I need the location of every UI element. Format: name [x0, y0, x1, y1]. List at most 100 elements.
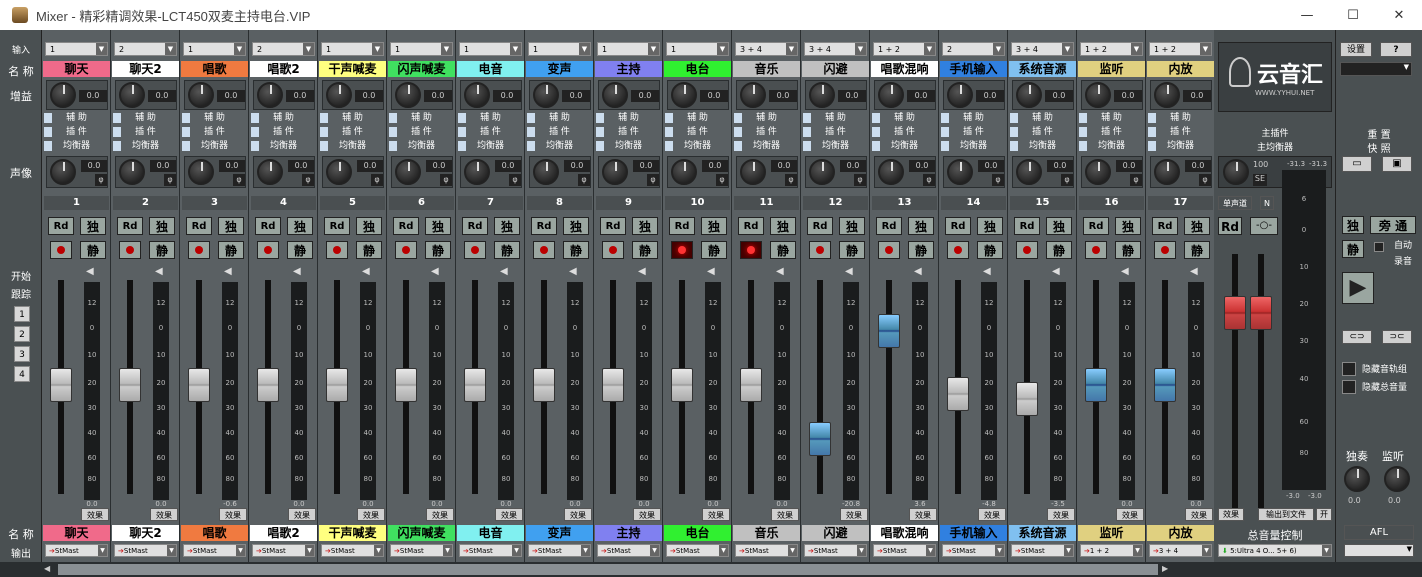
bypass-button[interactable]: 旁 通 — [1370, 216, 1416, 234]
gain-knob[interactable] — [50, 82, 76, 108]
plugin-row[interactable]: 插 件 — [1008, 126, 1077, 139]
volume-fader[interactable] — [395, 278, 417, 498]
output-select[interactable]: ➔StMast ▼ — [252, 544, 315, 557]
plugin-toggle[interactable] — [1079, 127, 1087, 137]
preset-select[interactable]: ▼ — [1340, 62, 1412, 76]
eq-toggle[interactable] — [458, 141, 466, 151]
volume-fader[interactable] — [947, 278, 969, 498]
gain-knob[interactable] — [809, 82, 835, 108]
plugin-row[interactable]: 插 件 — [1077, 126, 1146, 139]
input-select[interactable]: 3 + 4 ▼ — [1011, 42, 1074, 56]
eq-toggle[interactable] — [872, 141, 880, 151]
aux-toggle[interactable] — [596, 113, 604, 123]
mute-button[interactable]: 静 — [1046, 241, 1072, 259]
eq-row[interactable]: 均衡器 — [663, 140, 732, 153]
pan-knob[interactable] — [1085, 159, 1111, 185]
save-icon[interactable]: ▣ — [1382, 156, 1412, 172]
plugin-row[interactable]: 插 件 — [732, 126, 801, 139]
mute-button[interactable]: 静 — [356, 241, 382, 259]
aux-toggle[interactable] — [872, 113, 880, 123]
mute-button[interactable]: 静 — [1184, 241, 1210, 259]
mute-button[interactable]: 静 — [425, 241, 451, 259]
afl-output-select[interactable]: ▼ — [1344, 544, 1414, 557]
aux-row[interactable]: 辅 助 — [387, 112, 456, 125]
output-select[interactable]: ➔StMast ▼ — [1011, 544, 1074, 557]
plugin-toggle[interactable] — [389, 127, 397, 137]
record-arm-button[interactable] — [602, 241, 624, 259]
phase-button[interactable]: φ — [785, 174, 797, 186]
master-rd-button[interactable]: Rd — [1218, 217, 1242, 235]
master-fader-r[interactable] — [1250, 252, 1272, 512]
gain-knob[interactable] — [464, 82, 490, 108]
gain-knob[interactable] — [1085, 82, 1111, 108]
plugin-toggle[interactable] — [527, 127, 535, 137]
plugin-toggle[interactable] — [872, 127, 880, 137]
channel-name[interactable]: 唱歌 — [181, 61, 248, 77]
solo-button[interactable]: 独 — [494, 217, 520, 235]
aux-row[interactable]: 辅 助 — [456, 112, 525, 125]
plugin-toggle[interactable] — [320, 127, 328, 137]
gain-knob[interactable] — [533, 82, 559, 108]
eq-toggle[interactable] — [182, 141, 190, 151]
channel-name[interactable]: 音乐 — [733, 61, 800, 77]
afl-button[interactable]: AFL — [1344, 525, 1414, 540]
channel-name[interactable]: 手机输入 — [940, 61, 1007, 77]
plugin-row[interactable]: 插 件 — [180, 126, 249, 139]
output-select[interactable]: ➔3 + 4 ▼ — [1149, 544, 1212, 557]
eq-row[interactable]: 均衡器 — [387, 140, 456, 153]
aux-toggle[interactable] — [803, 113, 811, 123]
aux-row[interactable]: 辅 助 — [525, 112, 594, 125]
plugin-row[interactable]: 插 件 — [801, 126, 870, 139]
volume-fader[interactable] — [878, 278, 900, 498]
group-3-button[interactable]: 3 — [14, 346, 30, 362]
volume-fader[interactable] — [119, 278, 141, 498]
pan-knob[interactable] — [1016, 159, 1042, 185]
eq-toggle[interactable] — [251, 141, 259, 151]
phase-button[interactable]: φ — [647, 174, 659, 186]
phase-button[interactable]: φ — [1061, 174, 1073, 186]
record-arm-button[interactable] — [257, 241, 279, 259]
solo-button[interactable]: 独 — [1115, 217, 1141, 235]
input-select[interactable]: 1 ▼ — [666, 42, 729, 56]
speaker-icon[interactable]: ◀ — [1052, 266, 1064, 278]
record-arm-button[interactable] — [740, 241, 762, 259]
plugin-toggle[interactable] — [113, 127, 121, 137]
n-button[interactable]: N — [1260, 196, 1274, 210]
gain-knob[interactable] — [395, 82, 421, 108]
output-select[interactable]: ➔StMast ▼ — [597, 544, 660, 557]
eq-row[interactable]: 均衡器 — [42, 140, 111, 153]
plugin-row[interactable]: 插 件 — [1146, 126, 1215, 139]
fx-button[interactable]: 效果 — [426, 508, 454, 521]
aux-row[interactable]: 辅 助 — [42, 112, 111, 125]
aux-toggle[interactable] — [941, 113, 949, 123]
speaker-icon[interactable]: ◀ — [845, 266, 857, 278]
speaker-icon[interactable]: ◀ — [293, 266, 305, 278]
solo-button[interactable]: 独 — [977, 217, 1003, 235]
gain-knob[interactable] — [671, 82, 697, 108]
fader-cap[interactable] — [326, 368, 348, 402]
fx-button[interactable]: 效果 — [1185, 508, 1213, 521]
pan-knob[interactable] — [533, 159, 559, 185]
eq-row[interactable]: 均衡器 — [180, 140, 249, 153]
plugin-row[interactable]: 插 件 — [111, 126, 180, 139]
phase-button[interactable]: φ — [371, 174, 383, 186]
eq-row[interactable]: 均衡器 — [1077, 140, 1146, 153]
settings-button[interactable]: 设置 — [1340, 42, 1372, 57]
fx-button[interactable]: 效果 — [633, 508, 661, 521]
speaker-icon[interactable]: ◀ — [86, 266, 98, 278]
aux-toggle[interactable] — [665, 113, 673, 123]
plugin-row[interactable]: 插 件 — [249, 126, 318, 139]
record-arm-button[interactable] — [1154, 241, 1176, 259]
solo-button[interactable]: 独 — [1184, 217, 1210, 235]
record-arm-button[interactable] — [809, 241, 831, 259]
rd-button[interactable]: Rd — [393, 217, 419, 235]
aux-toggle[interactable] — [251, 113, 259, 123]
output-select[interactable]: ➔StMast ▼ — [528, 544, 591, 557]
input-select[interactable]: 1 ▼ — [459, 42, 522, 56]
minimize-button[interactable]: — — [1284, 0, 1330, 30]
input-select[interactable]: 1 ▼ — [183, 42, 246, 56]
mute-button[interactable]: 静 — [908, 241, 934, 259]
input-select[interactable]: 2 ▼ — [942, 42, 1005, 56]
aux-row[interactable]: 辅 助 — [732, 112, 801, 125]
aux-row[interactable]: 辅 助 — [801, 112, 870, 125]
